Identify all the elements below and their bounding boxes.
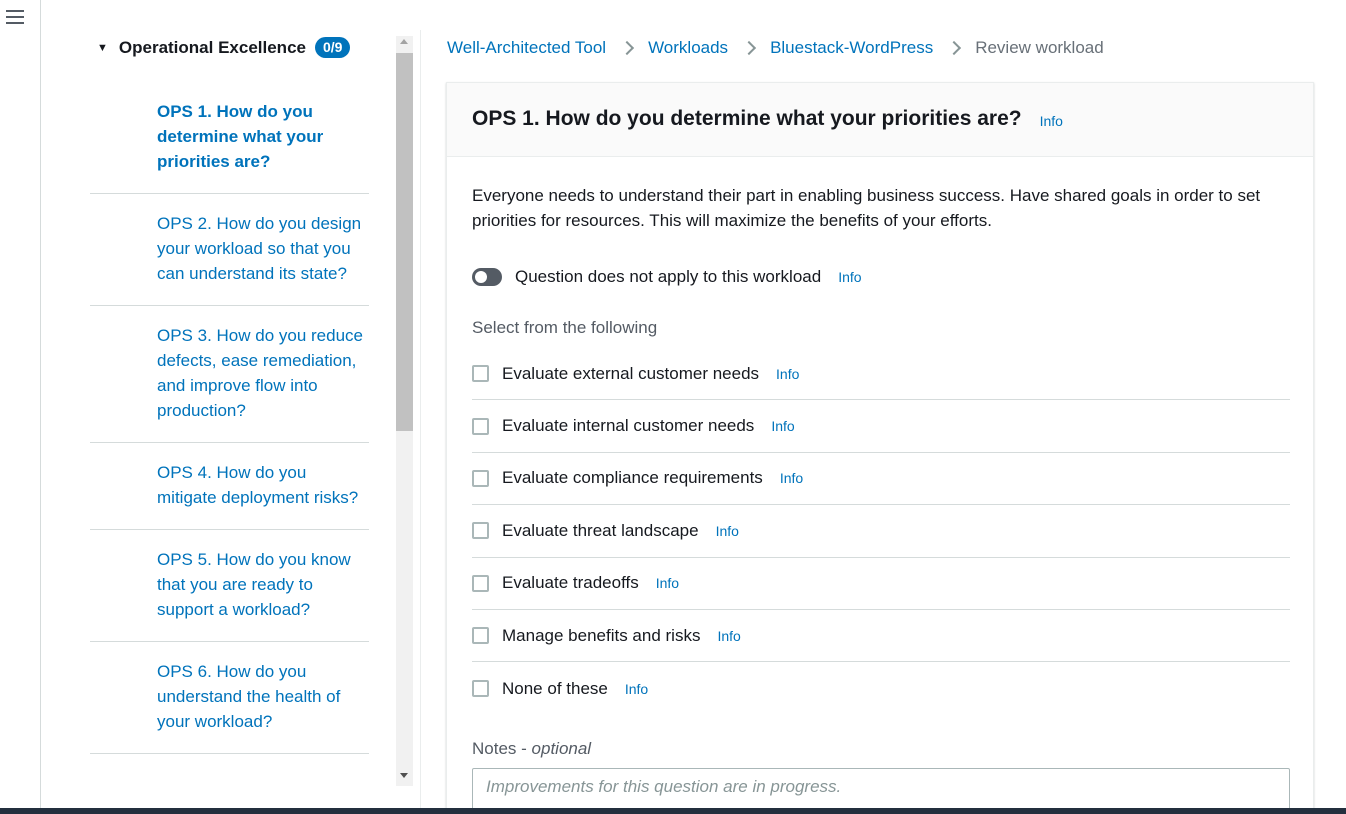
- choice-checkbox[interactable]: [472, 680, 489, 698]
- question-header: OPS 1. How do you determine what your pr…: [447, 83, 1313, 157]
- choice-label[interactable]: Evaluate compliance requirements: [502, 468, 763, 488]
- choice-item: Manage benefits and risks Info: [472, 610, 1290, 663]
- nav-question-ops2[interactable]: OPS 2. How do you design your workload s…: [90, 194, 369, 306]
- choice-item: Evaluate compliance requirements Info: [472, 453, 1290, 506]
- scroll-down-icon[interactable]: [400, 773, 408, 778]
- nav-question-ops6[interactable]: OPS 6. How do you understand the health …: [90, 642, 369, 754]
- not-applicable-row: Question does not apply to this workload…: [472, 267, 862, 287]
- choice-label[interactable]: Manage benefits and risks: [502, 626, 700, 646]
- choice-checkbox[interactable]: [472, 627, 489, 645]
- choice-info-link[interactable]: Info: [776, 366, 799, 382]
- question-info-link[interactable]: Info: [1040, 113, 1063, 129]
- choice-item: Evaluate tradeoffs Info: [472, 558, 1290, 610]
- choice-checkbox[interactable]: [472, 574, 489, 592]
- notes-label: Notes - optional: [472, 739, 592, 758]
- not-applicable-label: Question does not apply to this workload: [515, 267, 822, 286]
- breadcrumb-well-architected-tool[interactable]: Well-Architected Tool: [447, 38, 606, 58]
- pillar-label: Operational Excellence: [118, 37, 306, 57]
- breadcrumb-workloads[interactable]: Workloads: [648, 38, 728, 58]
- breadcrumb-current: Review workload: [975, 38, 1104, 57]
- choice-info-link[interactable]: Info: [656, 575, 679, 591]
- choice-info-link[interactable]: Info: [717, 628, 740, 644]
- choice-label[interactable]: Evaluate internal customer needs: [502, 416, 754, 436]
- choice-info-link[interactable]: Info: [771, 418, 794, 434]
- not-applicable-info-link[interactable]: Info: [838, 269, 861, 285]
- choice-label[interactable]: Evaluate external customer needs: [502, 364, 759, 384]
- choice-checkbox[interactable]: [472, 522, 489, 540]
- toggle-knob: [475, 271, 487, 283]
- breadcrumb: Well-Architected Tool Workloads Bluestac…: [447, 38, 1104, 58]
- choice-label[interactable]: Evaluate tradeoffs: [502, 573, 639, 593]
- choice-label[interactable]: None of these: [502, 679, 608, 699]
- chevron-right-icon: [741, 40, 757, 56]
- nav-scrollbar[interactable]: [396, 36, 413, 786]
- nav-question-ops1[interactable]: OPS 1. How do you determine what your pr…: [90, 81, 369, 194]
- choice-info-link[interactable]: Info: [780, 470, 803, 486]
- divider: [420, 30, 421, 808]
- pillar-operational-excellence[interactable]: ▼ Operational Excellence 0/9: [97, 37, 351, 58]
- notes-label-text: Notes: [472, 739, 517, 758]
- select-label: Select from the following: [472, 318, 658, 337]
- bottom-bar: [0, 808, 1346, 814]
- choice-checkbox[interactable]: [472, 365, 489, 383]
- choice-checkbox[interactable]: [472, 469, 489, 487]
- question-panel: OPS 1. How do you determine what your pr…: [446, 82, 1314, 814]
- scrollbar-thumb[interactable]: [396, 53, 413, 431]
- nav-question-ops5[interactable]: OPS 5. How do you know that you are read…: [90, 530, 369, 642]
- choice-label[interactable]: Evaluate threat landscape: [502, 521, 699, 541]
- choice-item: Evaluate external customer needs Info: [472, 348, 1290, 401]
- nav-question-ops4[interactable]: OPS 4. How do you mitigate deployment ri…: [90, 443, 369, 530]
- notes-optional-text: optional: [531, 739, 592, 758]
- choice-info-link[interactable]: Info: [625, 681, 648, 697]
- not-applicable-toggle[interactable]: [472, 268, 502, 286]
- nav-question-ops3[interactable]: OPS 3. How do you reduce defects, ease r…: [90, 306, 369, 443]
- choice-item: None of these Info: [472, 662, 1290, 714]
- question-title: OPS 1. How do you determine what your pr…: [472, 107, 1022, 130]
- choice-item: Evaluate threat landscape Info: [472, 505, 1290, 558]
- question-navigation: ▼ Operational Excellence 0/9 OPS 1. How …: [41, 0, 396, 808]
- chevron-right-icon: [619, 40, 635, 56]
- left-rail: [0, 0, 41, 808]
- chevron-right-icon: [947, 40, 962, 56]
- answered-count-badge: 0/9: [314, 37, 351, 58]
- menu-icon[interactable]: [6, 10, 24, 26]
- choice-item: Evaluate internal customer needs Info: [472, 400, 1290, 453]
- question-list: OPS 1. How do you determine what your pr…: [90, 81, 369, 754]
- question-description: Everyone needs to understand their part …: [472, 186, 1261, 230]
- choice-list: Evaluate external customer needs Info Ev…: [472, 348, 1290, 715]
- breadcrumb-workload-name[interactable]: Bluestack-WordPress: [770, 38, 933, 58]
- scroll-up-icon[interactable]: [400, 39, 408, 44]
- caret-down-icon: ▼: [97, 41, 108, 54]
- choice-checkbox[interactable]: [472, 417, 489, 435]
- choice-info-link[interactable]: Info: [716, 523, 739, 539]
